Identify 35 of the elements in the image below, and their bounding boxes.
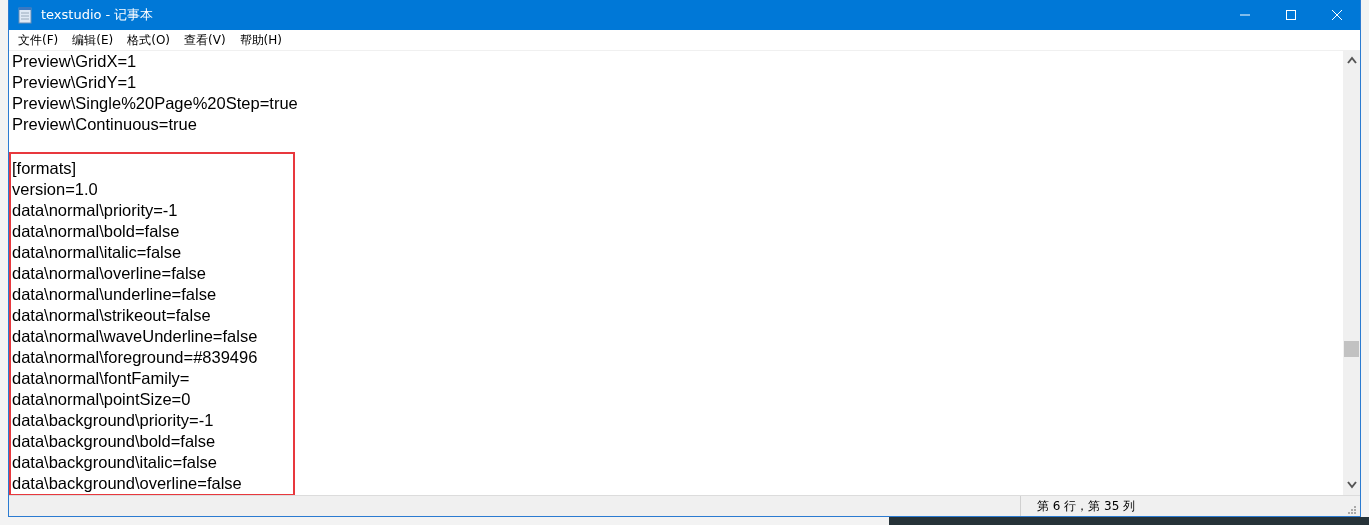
- text-line: data\normal\pointSize=0: [11, 389, 192, 410]
- menu-item[interactable]: 编辑(E): [65, 31, 121, 49]
- text-line: version=1.0: [11, 179, 99, 200]
- scrollbar[interactable]: [1343, 51, 1360, 495]
- text-line: data\background\bold=false: [11, 431, 217, 452]
- menu-item[interactable]: 查看(V): [177, 31, 233, 49]
- cursor-position: 第 6 行，第 35 列: [1037, 497, 1136, 515]
- window-title: texstudio - 记事本: [41, 6, 155, 24]
- notepad-icon: [17, 6, 33, 24]
- scroll-thumb[interactable]: [1344, 341, 1359, 357]
- menu-item[interactable]: 帮助(H): [232, 31, 289, 49]
- scroll-up-icon: [1346, 56, 1357, 64]
- text-line: data\normal\underline=false: [11, 284, 218, 305]
- maximize-icon: [1285, 9, 1297, 21]
- text-line: data\normal\foreground=#839496: [11, 347, 259, 368]
- text-line: data\normal\bold=false: [11, 221, 181, 242]
- text-line: data\normal\strikeout=false: [11, 305, 212, 326]
- text-line: Preview\Single%20Page%20Step=true: [11, 93, 299, 114]
- scroll-down-icon: [1347, 481, 1357, 489]
- text-line: Preview\GridX=1: [11, 51, 138, 72]
- menu-item[interactable]: 格式(O): [120, 31, 178, 49]
- text-line: data\background\overline=false: [11, 473, 243, 494]
- text-line: data\normal\italic=false: [11, 242, 183, 263]
- text-line: [formats]: [11, 158, 78, 179]
- text-line: Preview\GridY=1: [11, 72, 138, 93]
- close-icon: [1331, 9, 1343, 21]
- menu-item[interactable]: 文件(F): [11, 31, 66, 49]
- text-line: data\background\priority=-1: [11, 410, 215, 431]
- text-line: Preview\Continuous=true: [11, 114, 198, 135]
- text-line: data\normal\priority=-1: [11, 200, 179, 221]
- text-line: data\normal\fontFamily=: [11, 368, 191, 389]
- resize-grip-icon: [1346, 504, 1356, 514]
- text-line: data\normal\overline=false: [11, 263, 207, 284]
- text-line: data\background\italic=false: [11, 452, 218, 473]
- text-line: data\normal\waveUnderline=false: [11, 326, 259, 347]
